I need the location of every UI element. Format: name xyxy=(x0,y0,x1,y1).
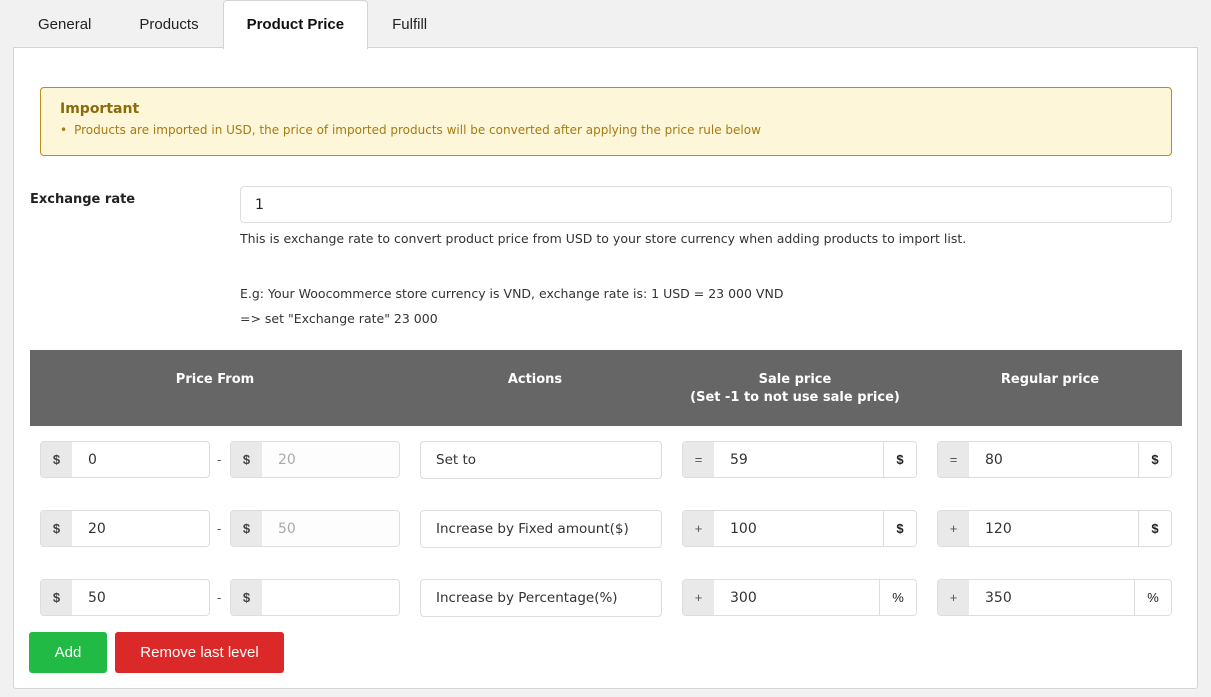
dollar-icon: $ xyxy=(41,580,72,615)
important-notice: Important Products are imported in USD, … xyxy=(40,87,1172,156)
header-sale-price-title: Sale price xyxy=(758,372,832,387)
exchange-rate-example-set: => set "Exchange rate" 23 000 xyxy=(240,311,438,326)
dollar-icon: $ xyxy=(231,511,262,546)
dollar-icon: $ xyxy=(41,442,72,477)
regular-price-input-group: + 350 % xyxy=(937,579,1172,616)
price-rule-row: $ 50 - $ Increase by Percentage(%) + 300… xyxy=(14,579,1199,617)
price-to-input[interactable]: 20 xyxy=(262,442,399,477)
header-regular-price: Regular price xyxy=(1000,372,1100,387)
price-from-input[interactable]: 0 xyxy=(72,442,209,477)
sale-price-input[interactable]: 59 xyxy=(714,442,883,477)
tab-general[interactable]: General xyxy=(14,0,115,48)
exchange-rate-input[interactable] xyxy=(240,186,1172,223)
price-rule-row: $ 20 - $ 50 Increase by Fixed amount($) … xyxy=(14,510,1199,548)
exchange-rate-description: This is exchange rate to convert product… xyxy=(240,231,967,246)
action-select[interactable]: Increase by Percentage(%) xyxy=(420,579,662,617)
regular-price-input[interactable]: 120 xyxy=(969,511,1138,546)
tab-product-price[interactable]: Product Price xyxy=(222,0,369,49)
dollar-icon: $ xyxy=(1138,511,1171,546)
action-select[interactable]: Set to xyxy=(420,441,662,479)
notice-title: Important xyxy=(60,101,140,117)
price-to-input-group: $ 20 xyxy=(230,441,400,478)
dollar-icon: $ xyxy=(231,580,262,615)
dollar-icon: $ xyxy=(883,442,916,477)
regular-price-input[interactable]: 350 xyxy=(969,580,1134,615)
plus-icon: + xyxy=(938,580,969,615)
regular-price-input[interactable]: 80 xyxy=(969,442,1138,477)
tab-fulfill[interactable]: Fulfill xyxy=(368,0,451,48)
price-from-input-group: $ 20 xyxy=(40,510,210,547)
price-to-input-group: $ xyxy=(230,579,400,616)
regular-price-input-group: = 80 $ xyxy=(937,441,1172,478)
dollar-icon: $ xyxy=(231,442,262,477)
price-from-input-group: $ 50 xyxy=(40,579,210,616)
price-from-input[interactable]: 20 xyxy=(72,511,209,546)
percent-icon: % xyxy=(1134,580,1171,615)
plus-icon: + xyxy=(938,511,969,546)
regular-price-input-group: + 120 $ xyxy=(937,510,1172,547)
header-sale-price-note: (Set -1 to not use sale price) xyxy=(690,390,900,405)
header-sale-price: Sale price (Set -1 to not use sale price… xyxy=(680,371,910,407)
range-separator: - xyxy=(217,521,222,536)
dollar-icon: $ xyxy=(883,511,916,546)
dollar-icon: $ xyxy=(1138,442,1171,477)
remove-last-level-button[interactable]: Remove last level xyxy=(115,632,284,673)
header-actions: Actions xyxy=(507,372,563,387)
price-rule-row: $ 0 - $ 20 Set to = 59 $ = 80 $ xyxy=(14,441,1199,479)
range-separator: - xyxy=(217,452,222,467)
price-rules-table-header: Price From Actions Sale price (Set -1 to… xyxy=(30,350,1182,426)
tab-products[interactable]: Products xyxy=(115,0,222,48)
price-to-input-group: $ 50 xyxy=(230,510,400,547)
equals-icon: = xyxy=(938,442,969,477)
product-price-panel: Important Products are imported in USD, … xyxy=(13,47,1198,689)
header-price-from: Price From xyxy=(175,372,255,387)
price-from-input[interactable]: 50 xyxy=(72,580,209,615)
plus-icon: + xyxy=(683,580,714,615)
price-to-input[interactable]: 50 xyxy=(262,511,399,546)
add-level-button[interactable]: Add xyxy=(29,632,107,673)
sale-price-input-group: + 300 % xyxy=(682,579,917,616)
exchange-rate-example: E.g: Your Woocommerce store currency is … xyxy=(240,286,784,301)
notice-item: Products are imported in USD, the price … xyxy=(60,123,1152,137)
price-from-input-group: $ 0 xyxy=(40,441,210,478)
action-select[interactable]: Increase by Fixed amount($) xyxy=(420,510,662,548)
exchange-rate-label: Exchange rate xyxy=(30,192,136,207)
plus-icon: + xyxy=(683,511,714,546)
dollar-icon: $ xyxy=(41,511,72,546)
price-to-input[interactable] xyxy=(262,580,399,615)
sale-price-input[interactable]: 100 xyxy=(714,511,883,546)
range-separator: - xyxy=(217,590,222,605)
sale-price-input-group: + 100 $ xyxy=(682,510,917,547)
sale-price-input[interactable]: 300 xyxy=(714,580,879,615)
percent-icon: % xyxy=(879,580,916,615)
equals-icon: = xyxy=(683,442,714,477)
sale-price-input-group: = 59 $ xyxy=(682,441,917,478)
tab-bar: General Products Product Price Fulfill xyxy=(14,0,451,49)
